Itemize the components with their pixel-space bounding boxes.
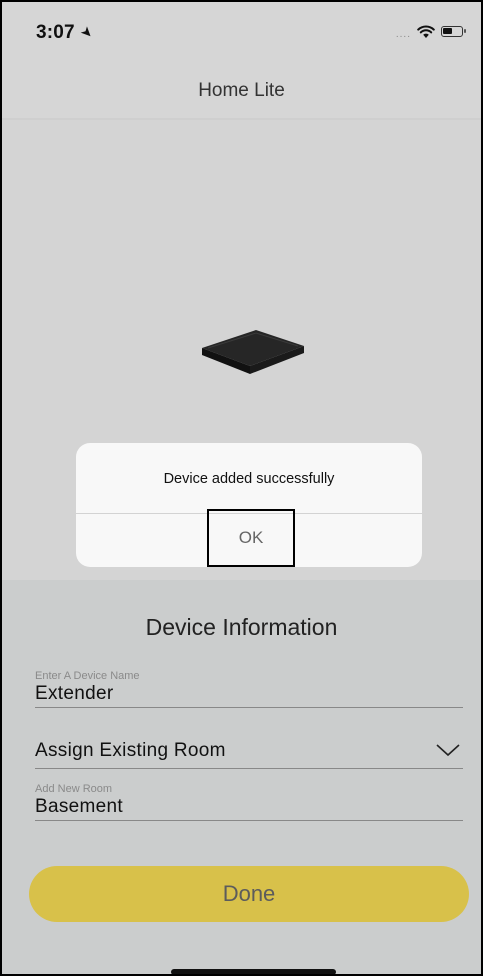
battery-icon	[441, 26, 466, 37]
extender-device-icon	[202, 330, 304, 374]
device-name-field[interactable]: Enter A Device Name Extender	[35, 670, 463, 708]
device-information-section: Device Information Enter A Device Name E…	[2, 580, 481, 940]
status-icons: ....	[395, 23, 466, 40]
device-name-label: Enter A Device Name	[35, 670, 140, 682]
chevron-down-icon[interactable]	[435, 742, 461, 758]
status-bar: 3:07 ➤ ....	[2, 2, 481, 68]
status-time-text: 3:07	[36, 22, 75, 43]
device-information-title: Device Information	[145, 614, 338, 640]
bottom-bar	[2, 940, 481, 974]
assign-existing-room-label: Assign Existing Room	[35, 740, 226, 761]
done-button[interactable]: Done	[29, 866, 469, 922]
ok-button[interactable]: OK	[207, 509, 295, 567]
new-room-field[interactable]: Add New Room Basement	[35, 783, 463, 821]
status-time: 3:07 ➤	[36, 22, 97, 44]
header: Home Lite	[2, 68, 481, 120]
new-room-input[interactable]: Basement	[35, 796, 463, 820]
signal-dots: ....	[395, 29, 411, 40]
success-alert-dialog: Device added successfully OK	[76, 443, 422, 567]
location-arrow-icon: ➤	[77, 22, 98, 43]
new-room-label: Add New Room	[35, 783, 113, 795]
device-name-input[interactable]: Extender	[35, 683, 463, 707]
home-indicator[interactable]	[171, 969, 336, 974]
assign-existing-room-select[interactable]: Assign Existing Room	[35, 740, 463, 769]
wifi-icon	[417, 25, 435, 38]
page-title: Home Lite	[198, 80, 285, 101]
alert-message: Device added successfully	[163, 471, 335, 487]
app-screen: 3:07 ➤ .... Home Lite Device Information …	[0, 0, 483, 976]
